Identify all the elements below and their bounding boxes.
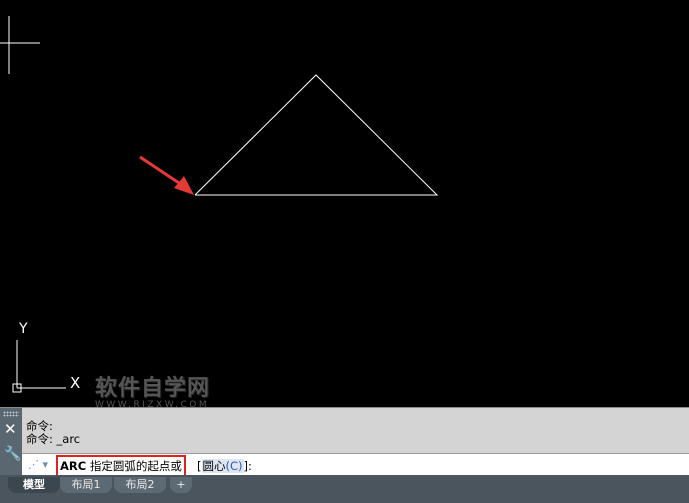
- command-prompt-highlight: ARC 指定圆弧的起点或: [56, 455, 186, 477]
- option-center[interactable]: 圆心(C): [201, 459, 244, 473]
- tab-add[interactable]: +: [170, 477, 192, 493]
- command-window: ✕ 🔧 命令: 命令: _arc ⋰ ▾ ARC 指定圆弧的起点或 [圆心(C)…: [0, 407, 689, 477]
- command-name: ARC: [60, 459, 87, 473]
- tab-model[interactable]: 模型: [8, 477, 60, 493]
- option-center-label: 圆心: [202, 459, 226, 473]
- drawing-svg: Y X: [0, 16, 439, 393]
- ucs-x-label: X: [70, 374, 80, 392]
- tab-layout2[interactable]: 布局2: [114, 477, 166, 493]
- wrench-icon[interactable]: 🔧: [4, 446, 21, 462]
- option-center-key: (C): [225, 459, 243, 473]
- command-prompt-text: 指定圆弧的起点或: [89, 459, 182, 473]
- tab-layout1[interactable]: 布局1: [60, 477, 112, 493]
- options-open: [: [197, 459, 202, 473]
- ucs-icon: [12, 340, 66, 393]
- history-line: 命令: _arc: [26, 432, 81, 446]
- grip-icon[interactable]: [3, 411, 19, 417]
- watermark: 软件自学网 WWW.RJZXW.COM: [95, 370, 210, 410]
- command-window-handle[interactable]: ✕ 🔧: [0, 408, 22, 476]
- command-history: 命令: 命令: _arc: [26, 420, 80, 446]
- command-line-input[interactable]: ⋰ ▾ ARC 指定圆弧的起点或 [圆心(C)]:: [22, 453, 689, 477]
- close-icon[interactable]: ✕: [4, 421, 17, 437]
- drawing-canvas[interactable]: Y X 软件自学网 WWW.RJZXW.COM: [0, 0, 689, 410]
- command-options: [圆心(C)]:: [197, 457, 252, 475]
- ucs-y-label: Y: [18, 321, 28, 337]
- triangle-shape[interactable]: [194, 74, 439, 196]
- crosshair-cursor: [0, 16, 40, 74]
- layout-tabs: 模型 布局1 布局2 +: [0, 475, 689, 503]
- command-prompt-icon[interactable]: ⋰ ▾: [28, 458, 56, 472]
- options-close: ]:: [243, 459, 252, 473]
- red-arrow-annotation: [139, 155, 194, 195]
- watermark-main: 软件自学网: [95, 376, 211, 401]
